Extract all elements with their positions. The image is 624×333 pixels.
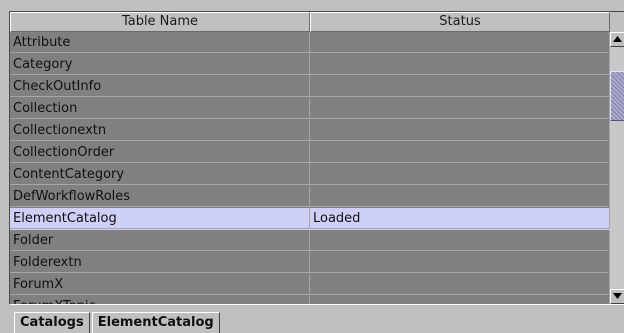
status-cell[interactable] <box>310 296 610 304</box>
status-cell[interactable] <box>310 164 610 185</box>
status-cell[interactable]: Loaded <box>310 208 610 229</box>
table-name-cell[interactable]: ElementCatalog <box>10 208 310 229</box>
column-header-table-name[interactable]: Table Name <box>10 12 310 32</box>
status-cell[interactable] <box>310 252 610 273</box>
table-row[interactable]: CollectionOrder <box>10 142 610 164</box>
table-name-cell[interactable]: Category <box>10 54 310 75</box>
table-row[interactable]: ForumXTopic <box>10 296 610 304</box>
status-cell[interactable] <box>310 54 610 75</box>
scroll-down-button[interactable] <box>610 289 624 304</box>
table-name-cell[interactable]: CheckOutInfo <box>10 76 310 97</box>
status-cell[interactable] <box>310 120 610 141</box>
table-row[interactable]: CheckOutInfo <box>10 76 610 98</box>
table-row[interactable]: DefWorkflowRoles <box>10 186 610 208</box>
table-row[interactable]: Folder <box>10 230 610 252</box>
table-name-cell[interactable]: Collection <box>10 98 310 119</box>
table-row[interactable]: Attribute <box>10 32 610 54</box>
table-row[interactable]: ElementCatalog Loaded <box>10 208 610 230</box>
table-row[interactable]: ForumX <box>10 274 610 296</box>
table-name-cell[interactable]: Collectionextn <box>10 120 310 141</box>
table-name-cell[interactable]: ForumXTopic <box>10 296 310 304</box>
status-cell[interactable] <box>310 230 610 251</box>
vertical-scrollbar[interactable] <box>610 32 624 304</box>
status-cell[interactable] <box>310 142 610 163</box>
scroll-up-button[interactable] <box>610 32 624 47</box>
table-row[interactable]: Category <box>10 54 610 76</box>
table-row[interactable]: Folderextn <box>10 252 610 274</box>
triangle-up-icon <box>613 36 622 42</box>
tab-catalogs[interactable]: Catalogs <box>14 312 90 333</box>
table-header: Table Name Status <box>10 12 610 32</box>
table-row[interactable]: Collectionextn <box>10 120 610 142</box>
table-name-cell[interactable]: CollectionOrder <box>10 142 310 163</box>
table-name-cell[interactable]: Attribute <box>10 32 310 53</box>
status-cell[interactable] <box>310 76 610 97</box>
status-cell[interactable] <box>310 274 610 295</box>
scroll-thumb[interactable] <box>610 71 624 121</box>
table-name-cell[interactable]: ContentCategory <box>10 164 310 185</box>
status-cell[interactable] <box>310 186 610 207</box>
tab-strip: Catalogs ElementCatalog <box>14 312 222 333</box>
tab-elementcatalog[interactable]: ElementCatalog <box>91 312 220 333</box>
table-name-cell[interactable]: Folderextn <box>10 252 310 273</box>
table-name-cell[interactable]: ForumX <box>10 274 310 295</box>
table-name-cell[interactable]: DefWorkflowRoles <box>10 186 310 207</box>
header-corner <box>610 12 624 32</box>
table-body: Attribute Category CheckOutInfo Collection C… <box>10 32 610 304</box>
status-cell[interactable] <box>310 32 610 53</box>
column-header-status[interactable]: Status <box>310 12 610 32</box>
table-row[interactable]: ContentCategory <box>10 164 610 186</box>
table-name-cell[interactable]: Folder <box>10 230 310 251</box>
triangle-down-icon <box>613 293 622 299</box>
table-frame: Table Name Status Attribute Category Check… <box>9 11 624 305</box>
table-row[interactable]: Collection <box>10 98 610 120</box>
catalog-window: Table Name Status Attribute Category Check… <box>0 0 624 333</box>
status-cell[interactable] <box>310 98 610 119</box>
